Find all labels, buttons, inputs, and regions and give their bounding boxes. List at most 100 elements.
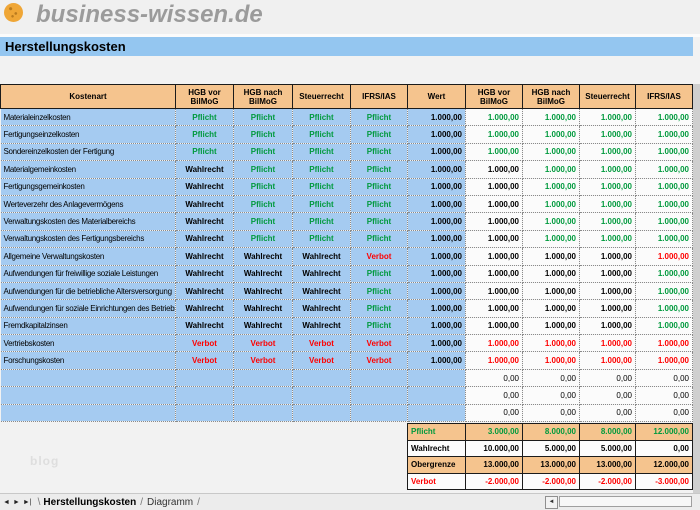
value-cell[interactable]: 1.000,00 [579,125,636,144]
rule-cell[interactable]: Wahlrecht [292,299,351,318]
value-cell[interactable]: 1.000,00 [579,230,636,249]
wert-cell[interactable]: 1.000,00 [407,178,466,196]
value-cell[interactable]: 1.000,00 [635,265,693,283]
value-cell[interactable]: 1.000,00 [579,317,636,336]
value-cell[interactable]: 1.000,00 [522,143,580,162]
summary-value[interactable]: 8.000,00 [522,423,580,441]
rule-cell[interactable]: Wahlrecht [175,282,234,301]
summary-value[interactable]: 13.000,00 [579,456,636,474]
value-cell[interactable]: 1.000,00 [465,265,523,283]
empty-cell[interactable] [0,369,176,388]
value-cell[interactable]: 1.000,00 [522,282,580,301]
value-cell[interactable]: 1.000,00 [635,299,693,318]
value-cell[interactable]: 1.000,00 [465,125,523,144]
wert-cell[interactable]: 1.000,00 [407,160,466,179]
empty-cell[interactable] [350,404,408,423]
wert-cell[interactable]: 1.000,00 [407,247,466,266]
summary-value[interactable]: 5.000,00 [579,439,636,457]
rule-cell[interactable]: Pflicht [292,143,351,162]
kostenart-cell[interactable]: Sondereinzelkosten der Fertigung [0,143,176,162]
header-hgb-nach-bilmog[interactable]: HGB nach BilMoG [233,84,293,109]
empty-cell[interactable] [175,404,234,423]
rule-cell[interactable]: Verbot [292,334,351,353]
rule-cell[interactable]: Verbot [175,334,234,353]
rule-cell[interactable]: Pflicht [233,230,293,249]
empty-cell[interactable] [175,386,234,405]
summary-value[interactable]: 8.000,00 [579,423,636,441]
kostenart-cell[interactable]: Forschungskosten [0,351,176,370]
rule-cell[interactable]: Wahlrecht [292,317,351,336]
rule-cell[interactable]: Pflicht [292,160,351,179]
rule-cell[interactable]: Wahlrecht [292,265,351,283]
value-cell[interactable]: 1.000,00 [635,317,693,336]
hscroll-left-button[interactable]: ◄ [545,496,558,509]
hscroll-track[interactable] [559,496,692,507]
value-cell[interactable]: 1.000,00 [522,299,580,318]
value-cell[interactable]: 1.000,00 [579,282,636,301]
value-cell[interactable]: 1.000,00 [579,334,636,353]
rule-cell[interactable]: Wahlrecht [175,178,234,196]
summary-value[interactable]: 12.000,00 [635,456,693,474]
rule-cell[interactable]: Pflicht [292,125,351,144]
rule-cell[interactable]: Pflicht [175,108,234,127]
value-cell[interactable]: 1.000,00 [579,160,636,179]
summary-value[interactable]: 3.000,00 [465,423,523,441]
rule-cell[interactable]: Pflicht [233,178,293,196]
value-cell[interactable]: 1.000,00 [635,282,693,301]
value-cell[interactable]: 1.000,00 [465,351,523,370]
rule-cell[interactable]: Wahlrecht [233,282,293,301]
empty-cell[interactable] [233,369,293,388]
value-cell[interactable]: 1.000,00 [522,178,580,196]
wert-cell[interactable]: 1.000,00 [407,265,466,283]
summary-value[interactable]: 12.000,00 [635,423,693,441]
value-cell[interactable]: 1.000,00 [465,230,523,249]
value-cell[interactable]: 1.000,00 [522,160,580,179]
summary-value[interactable]: -2.000,00 [465,472,523,490]
zero-cell[interactable]: 0,00 [635,404,693,423]
kostenart-cell[interactable]: Aufwendungen für soziale Einrichtungen d… [0,299,176,318]
rule-cell[interactable]: Wahlrecht [233,265,293,283]
wert-cell[interactable]: 1.000,00 [407,212,466,231]
value-cell[interactable]: 1.000,00 [635,195,693,214]
empty-cell[interactable] [233,386,293,405]
header-hgb-vor-bilmog-wert[interactable]: HGB vor BilMoG [465,84,523,109]
value-cell[interactable]: 1.000,00 [635,143,693,162]
rule-cell[interactable]: Pflicht [292,108,351,127]
summary-value[interactable]: 0,00 [635,439,693,457]
rule-cell[interactable]: Pflicht [350,317,408,336]
rule-cell[interactable]: Pflicht [175,125,234,144]
header-ifrs-ias[interactable]: IFRS/IAS [350,84,408,109]
rule-cell[interactable]: Wahlrecht [175,265,234,283]
value-cell[interactable]: 1.000,00 [465,299,523,318]
value-cell[interactable]: 1.000,00 [579,299,636,318]
rule-cell[interactable]: Pflicht [350,265,408,283]
header-ifrs-ias-wert[interactable]: IFRS/IAS [635,84,693,109]
value-cell[interactable]: 1.000,00 [635,125,693,144]
rule-cell[interactable]: Verbot [233,351,293,370]
rule-cell[interactable]: Wahlrecht [175,247,234,266]
empty-cell[interactable] [350,386,408,405]
rule-cell[interactable]: Pflicht [350,230,408,249]
empty-cell[interactable] [0,386,176,405]
rule-cell[interactable]: Wahlrecht [233,317,293,336]
tab-nav-last-icon[interactable]: ►| [23,499,32,506]
rule-cell[interactable]: Pflicht [292,195,351,214]
kostenart-cell[interactable]: Werteverzehr des Anlagevermögens [0,195,176,214]
value-cell[interactable]: 1.000,00 [522,317,580,336]
wert-cell[interactable]: 1.000,00 [407,299,466,318]
value-cell[interactable]: 1.000,00 [579,178,636,196]
rule-cell[interactable]: Wahlrecht [233,247,293,266]
value-cell[interactable]: 1.000,00 [465,143,523,162]
value-cell[interactable]: 1.000,00 [579,108,636,127]
rule-cell[interactable]: Pflicht [292,212,351,231]
empty-cell[interactable] [292,369,351,388]
value-cell[interactable]: 1.000,00 [635,108,693,127]
wert-cell[interactable]: 1.000,00 [407,125,466,144]
value-cell[interactable]: 1.000,00 [465,178,523,196]
value-cell[interactable]: 1.000,00 [635,351,693,370]
value-cell[interactable]: 1.000,00 [579,143,636,162]
rule-cell[interactable]: Wahlrecht [175,212,234,231]
empty-cell[interactable] [292,404,351,423]
tab-herstellungskosten[interactable]: Herstellungskosten [43,497,136,508]
tab-nav-right-icon[interactable]: ► [13,499,20,506]
